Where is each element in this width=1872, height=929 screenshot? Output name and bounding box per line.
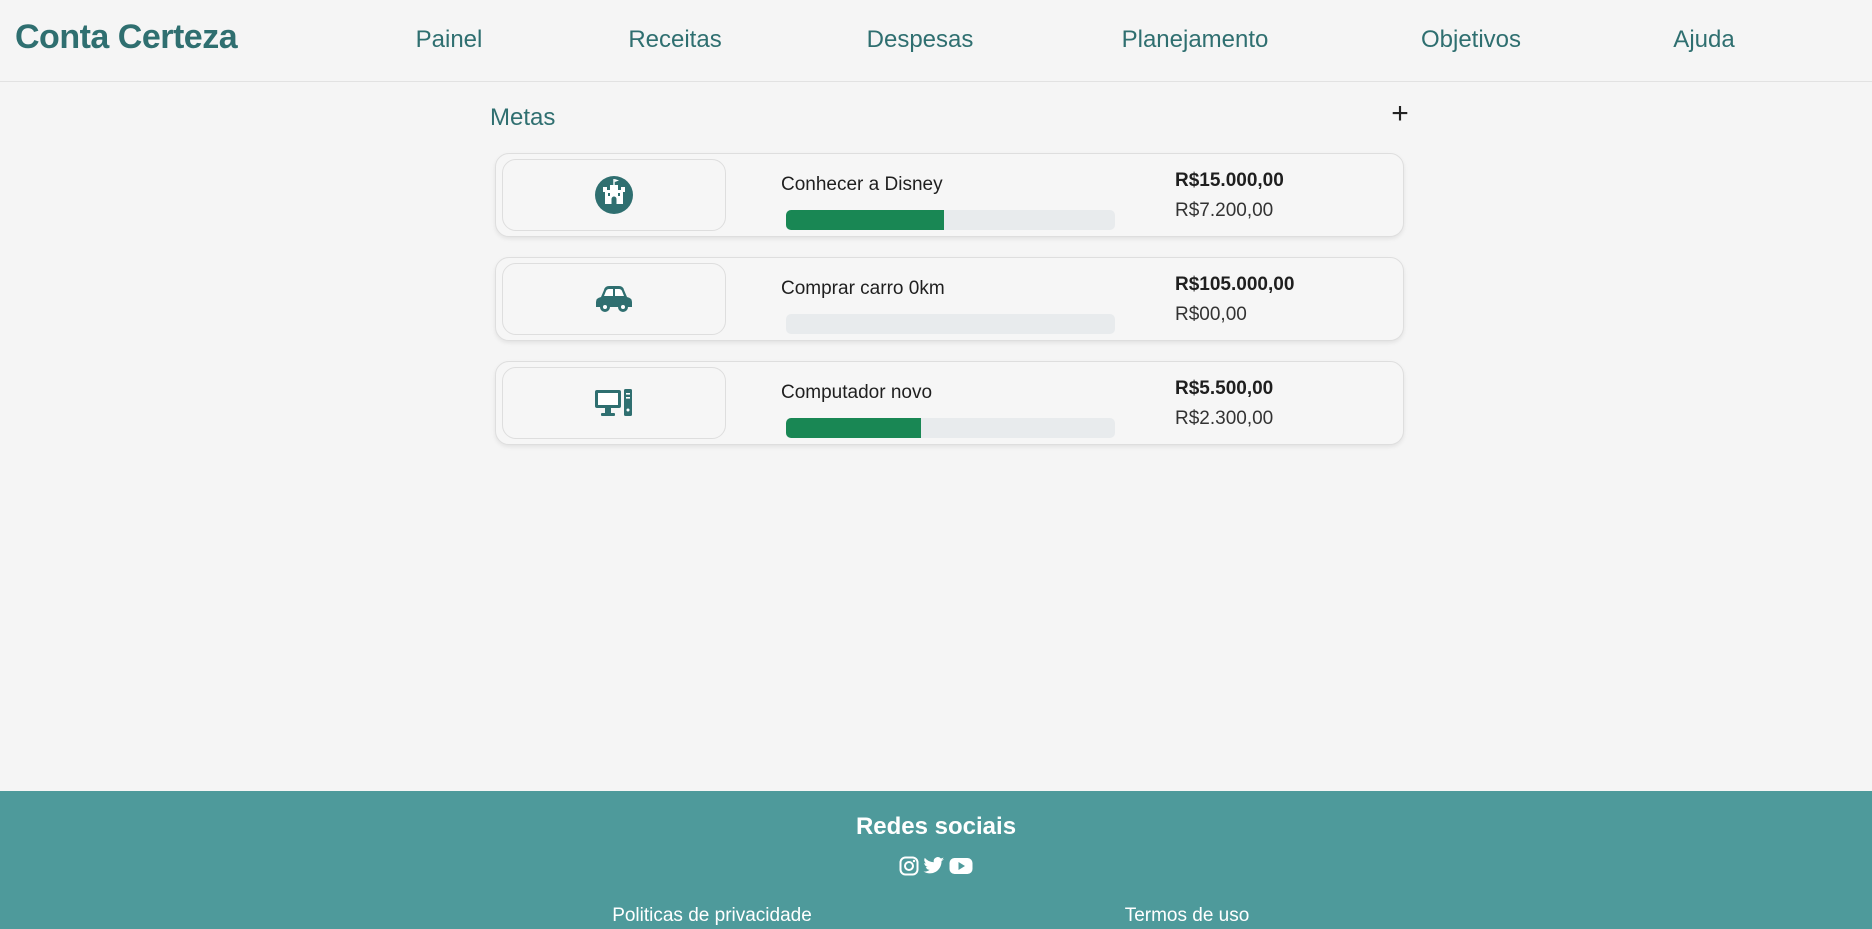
- add-goal-button[interactable]: +: [1388, 99, 1412, 129]
- section-title: Metas: [490, 104, 556, 131]
- nav-objetivos[interactable]: Objetivos: [1421, 26, 1521, 54]
- terms-of-use-link[interactable]: Termos de uso: [1125, 905, 1250, 927]
- progress-bar: [786, 418, 1115, 438]
- goal-card[interactable]: Conhecer a Disney R$15.000,00 R$7.200,00: [495, 153, 1404, 237]
- goal-card[interactable]: Comprar carro 0km R$105.000,00 R$00,00: [495, 257, 1404, 341]
- goal-icon-box: [502, 263, 726, 335]
- goal-name: Conhecer a Disney: [781, 174, 943, 195]
- goal-name: Comprar carro 0km: [781, 278, 945, 299]
- social-links: [0, 856, 1872, 876]
- car-icon: [594, 284, 634, 314]
- nav-painel[interactable]: Painel: [416, 26, 483, 54]
- footer-title: Redes sociais: [855, 813, 1017, 840]
- nav-ajuda[interactable]: Ajuda: [1673, 26, 1734, 54]
- progress-fill: [786, 210, 944, 230]
- desktop-computer-icon: [594, 388, 634, 418]
- goal-target-amount: R$15.000,00: [1175, 170, 1284, 191]
- goal-target-amount: R$105.000,00: [1175, 274, 1295, 295]
- nav-despesas[interactable]: Despesas: [867, 26, 974, 54]
- top-navbar: Conta Certeza Painel Receitas Despesas P…: [0, 0, 1872, 82]
- brand-logo[interactable]: Conta Certeza: [15, 18, 238, 57]
- progress-fill: [786, 418, 921, 438]
- goal-icon-box: [502, 367, 726, 439]
- instagram-icon[interactable]: [899, 856, 919, 876]
- privacy-policy-link[interactable]: Politicas de privacidade: [612, 905, 812, 927]
- goal-icon-box: [502, 159, 726, 231]
- nav-receitas[interactable]: Receitas: [628, 26, 721, 54]
- goal-name: Computador novo: [781, 382, 933, 403]
- goal-target-amount: R$5.500,00: [1175, 378, 1274, 399]
- progress-bar: [786, 210, 1115, 230]
- goal-card[interactable]: Computador novo R$5.500,00 R$2.300,00: [495, 361, 1404, 445]
- nav-planejamento[interactable]: Planejamento: [1122, 26, 1269, 54]
- twitter-icon[interactable]: [923, 856, 945, 876]
- progress-bar: [786, 314, 1115, 334]
- goal-saved-amount: R$7.200,00: [1175, 200, 1274, 221]
- castle-icon: [594, 175, 634, 215]
- goal-saved-amount: R$00,00: [1175, 304, 1247, 325]
- goal-saved-amount: R$2.300,00: [1175, 408, 1274, 429]
- footer: Redes sociais Politicas de privacidade T…: [0, 791, 1872, 929]
- youtube-icon[interactable]: [949, 856, 973, 876]
